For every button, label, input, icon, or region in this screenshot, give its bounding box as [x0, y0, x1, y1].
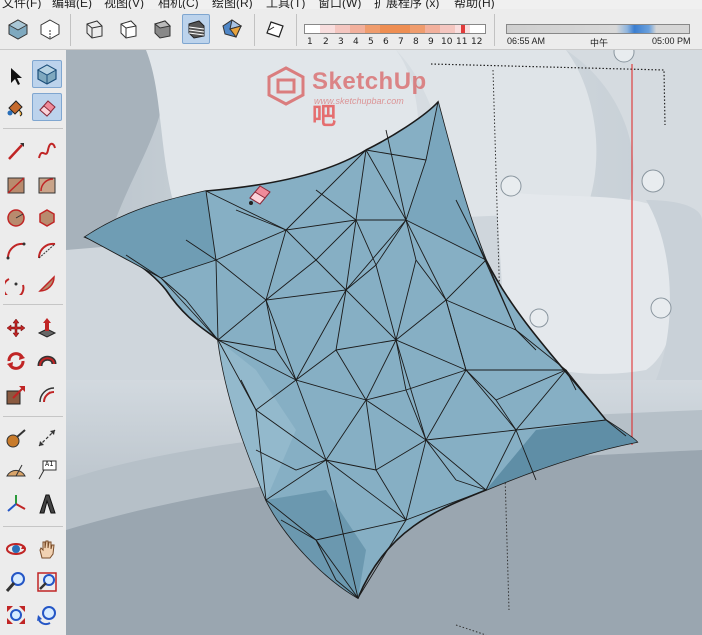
menu-edit[interactable]: 编辑(E) [52, 0, 92, 9]
orbit-tool[interactable] [1, 535, 31, 563]
freehand-tool[interactable] [32, 137, 62, 165]
menu-tools[interactable]: 工具(T) [266, 0, 305, 9]
move-tool[interactable] [1, 314, 31, 342]
polygon-tool[interactable] [32, 204, 62, 232]
follow-me-tool[interactable] [32, 347, 62, 375]
zoom-window-tool[interactable] [32, 568, 62, 596]
hidden-line-style-icon[interactable] [114, 14, 142, 44]
section-plane-icon[interactable] [262, 14, 290, 44]
menu-file[interactable]: 文件(F) [2, 0, 41, 9]
time-noon-label: 中午 [590, 38, 609, 48]
month-label: 3 [338, 37, 344, 47]
menu-bar: 文件(F) 编辑(E) 视图(V) 相机(C) 绘图(R) 工具(T) 窗口(W… [0, 0, 702, 9]
back-edges-style-icon[interactable] [36, 14, 64, 44]
select-tool[interactable] [1, 62, 31, 90]
time-labels: 06:55 AM 中午 05:00 PM [506, 36, 696, 48]
protractor-tool[interactable] [1, 456, 31, 484]
sketchup-watermark: SketchUp吧 www.sketchupbar.com [266, 66, 446, 130]
monochrome-style-icon[interactable] [218, 14, 246, 44]
menu-view[interactable]: 视图(V) [104, 0, 144, 9]
zoom-tool[interactable] [1, 568, 31, 596]
rotated-rectangle-tool[interactable] [32, 171, 62, 199]
paint-bucket-tool[interactable] [1, 93, 31, 121]
circle-tool[interactable] [1, 204, 31, 232]
shaded-textures-style-icon[interactable] [182, 14, 210, 44]
menu-extensions[interactable]: 扩展程序 (x) [374, 0, 439, 9]
push-pull-tool[interactable] [32, 314, 62, 342]
month-label: 10 [441, 37, 453, 47]
shaded-style-icon[interactable] [148, 14, 176, 44]
month-label: 2 [323, 37, 329, 47]
sketchup-logo-icon [267, 66, 305, 106]
axes-tool[interactable] [1, 490, 31, 518]
previous-view-tool[interactable] [32, 601, 62, 629]
month-slider[interactable] [304, 24, 486, 34]
month-label: 9 [428, 37, 434, 47]
offset-tool[interactable] [32, 381, 62, 409]
time-slider[interactable] [506, 24, 690, 34]
eraser-tool[interactable] [32, 93, 62, 121]
pan-tool[interactable] [32, 535, 62, 563]
tape-measure-tool[interactable] [1, 424, 31, 452]
month-label: 7 [398, 37, 404, 47]
month-label: 12 [471, 37, 483, 47]
menu-help[interactable]: 帮助(H) [454, 0, 495, 9]
menu-camera[interactable]: 相机(C) [158, 0, 199, 9]
month-label: 4 [353, 37, 359, 47]
text-tool[interactable]: A1 [32, 456, 62, 484]
rectangle-tool[interactable] [1, 171, 31, 199]
menu-window[interactable]: 窗口(W) [318, 0, 361, 9]
text-tool-label: A1 [45, 460, 54, 468]
time-start-label: 06:55 AM [507, 36, 546, 46]
3d-text-tool[interactable] [32, 490, 62, 518]
month-label: 5 [368, 37, 374, 47]
two-point-arc-tool[interactable] [32, 237, 62, 265]
tool-palette: A1 [0, 50, 67, 635]
pie-tool[interactable] [32, 270, 62, 298]
xray-style-icon[interactable] [4, 14, 32, 44]
make-component-tool[interactable] [32, 60, 62, 88]
menu-draw[interactable]: 绘图(R) [212, 0, 253, 9]
time-end-label: 05:00 PM [652, 36, 691, 46]
styles-toolbar: 1 2 3 4 5 6 7 8 9 10 11 12 06:55 AM 中午 0… [0, 9, 702, 50]
scale-tool[interactable] [1, 381, 31, 409]
scene-canvas [66, 50, 702, 635]
rotate-tool[interactable] [1, 347, 31, 375]
zoom-extents-tool[interactable] [1, 601, 31, 629]
month-label: 6 [383, 37, 389, 47]
line-tool[interactable] [1, 137, 31, 165]
month-labels: 1 2 3 4 5 6 7 8 9 10 11 12 [304, 37, 486, 49]
month-label: 11 [456, 37, 468, 47]
arc-tool[interactable] [1, 237, 31, 265]
month-label: 1 [307, 37, 313, 47]
month-label: 8 [413, 37, 419, 47]
watermark-url: www.sketchupbar.com [314, 96, 404, 106]
wireframe-style-icon[interactable] [80, 14, 108, 44]
model-viewport[interactable]: SketchUp吧 www.sketchupbar.com [66, 50, 702, 635]
dimension-tool[interactable] [32, 424, 62, 452]
three-point-arc-tool[interactable] [1, 270, 31, 298]
